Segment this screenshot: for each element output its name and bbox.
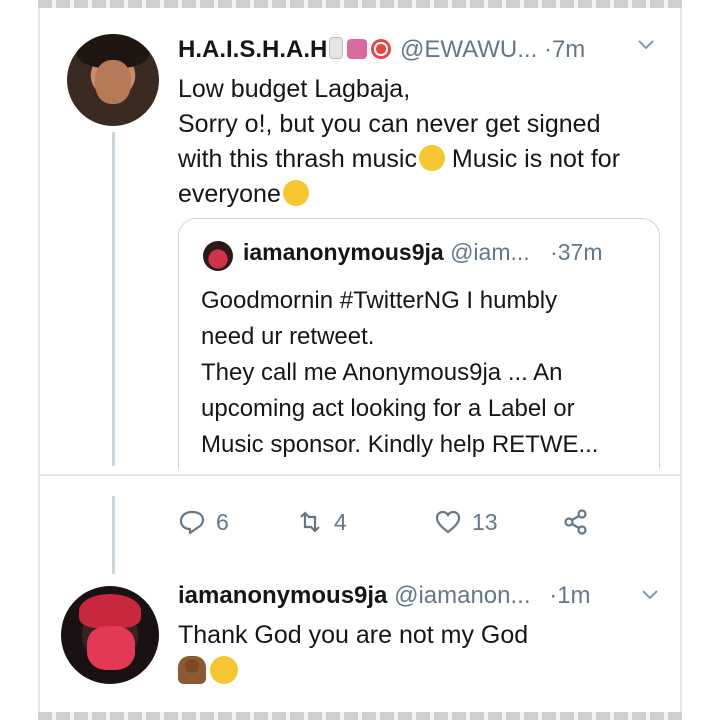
reply-handle[interactable]: @iamanon...	[394, 582, 530, 609]
reply-emojis	[178, 656, 238, 684]
chevron-down-icon[interactable]	[636, 34, 656, 60]
reply-header: iamanonymous9ja @iamanon... ·1m	[178, 582, 591, 610]
avatar[interactable]	[67, 34, 159, 126]
display-name[interactable]: H.A.I.S.H.A.H	[178, 36, 327, 63]
retweet-icon	[300, 511, 320, 533]
reply-icon	[179, 510, 205, 535]
quoted-timestamp: 37m	[557, 239, 603, 265]
chevron-down-icon[interactable]	[640, 584, 660, 610]
quoted-handle: @iam...	[450, 239, 530, 265]
reply-avatar[interactable]	[61, 586, 159, 684]
reply-text: Thank God you are not my God	[178, 621, 529, 649]
retweet-button[interactable]: 4	[296, 508, 347, 536]
rofl-emoji-icon	[418, 145, 445, 171]
timestamp[interactable]: 7m	[552, 36, 585, 63]
quoted-line: Goodmornin #TwitterNG I humbly	[201, 287, 558, 314]
quoted-avatar	[203, 241, 233, 271]
tweet-text: Low budget Lagbaja, Sorry o!, but you ca…	[178, 72, 668, 212]
tweet-line-part: Music is not for	[444, 145, 621, 173]
separator: ·	[549, 582, 558, 609]
unamused-emoji-icon	[282, 180, 309, 206]
lollipop-icon	[371, 39, 392, 59]
separator: ·	[550, 239, 558, 265]
quoted-line: Music sponsor. Kindly help RETWE...	[201, 431, 599, 458]
quoted-line: upcoming act looking for a Label or	[201, 395, 575, 422]
left-edge	[38, 8, 40, 712]
top-border	[38, 0, 682, 8]
reply-count: 6	[216, 508, 229, 535]
heart-icon	[435, 510, 461, 534]
reply-timestamp[interactable]: 1m	[557, 582, 590, 609]
tweet-line-part: everyone	[178, 180, 281, 208]
thread-line	[112, 496, 115, 574]
tweet-line: with this thrash music Music is not for	[178, 142, 668, 177]
quoted-header: iamanonymous9ja @iam... ·37m	[243, 239, 602, 266]
tweet-line: Sorry o!, but you can never get signed	[178, 110, 601, 138]
share-button[interactable]	[562, 508, 590, 536]
right-edge	[680, 8, 682, 712]
quoted-tweet[interactable]: iamanonymous9ja @iam... ·37m Goodmornin …	[178, 218, 660, 469]
quoted-line: need ur retweet.	[201, 323, 375, 350]
quoted-display-name: iamanonymous9ja	[243, 239, 444, 265]
quoted-text: Goodmornin #TwitterNG I humbly need ur r…	[201, 283, 641, 463]
unknown-glyph-icon	[329, 37, 344, 59]
reply-display-name[interactable]: iamanonymous9ja	[178, 582, 387, 609]
separator: ·	[543, 36, 552, 63]
see-no-evil-emoji-icon	[178, 656, 206, 684]
like-count: 13	[472, 508, 498, 535]
avatar-face	[95, 60, 131, 104]
reply-button[interactable]: 6	[178, 508, 229, 536]
divider	[40, 474, 680, 476]
quoted-line: They call me Anonymous9ja ... An	[201, 359, 563, 386]
tweet-line-part: with this thrash music	[178, 145, 417, 173]
tweet-line: Low budget Lagbaja,	[178, 75, 411, 103]
tweet-line: everyone	[178, 177, 668, 212]
avatar-cap	[79, 594, 141, 628]
bottom-border	[38, 712, 682, 720]
like-button[interactable]: 13	[434, 508, 498, 536]
avatar-mask	[87, 626, 135, 670]
thread-line	[112, 132, 115, 466]
flushed-emoji-icon	[210, 656, 238, 684]
female-sign-icon	[347, 39, 368, 59]
retweet-count: 4	[334, 508, 347, 535]
tweet-header: H.A.I.S.H.A.H @EWAWU... ·7m	[178, 36, 585, 64]
user-handle[interactable]: @EWAWU...	[400, 36, 537, 63]
share-icon	[564, 509, 587, 535]
